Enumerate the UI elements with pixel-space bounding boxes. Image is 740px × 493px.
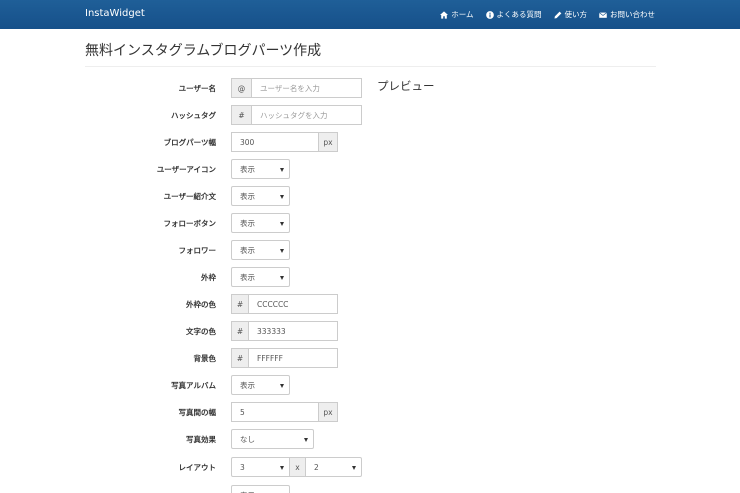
username-addon: @	[231, 78, 252, 98]
bg-color-label: 背景色	[193, 354, 217, 363]
follow-button-label: フォローボタン	[163, 219, 217, 228]
title-divider	[85, 66, 656, 67]
nav-link-home[interactable]: ホーム	[440, 9, 474, 20]
nav-link-label: よくある質問	[496, 10, 542, 19]
follow-button-select[interactable]: 表示	[231, 213, 290, 233]
follow-button-select-value: 表示	[240, 218, 255, 228]
bg-color-addon: #	[231, 348, 249, 368]
photo-effect-label: 写真効果	[186, 435, 216, 444]
nav-link-label: お問い合わせ	[610, 10, 655, 19]
user-icon-label: ユーザーアイコン	[156, 165, 216, 174]
width-label: ブログパーツ幅	[163, 138, 216, 147]
form-row-layout: レイアウト 3 x 2	[0, 457, 740, 477]
layout-rows-select-value: 2	[314, 462, 319, 472]
caret-down-icon	[304, 438, 308, 442]
border-select[interactable]: 表示	[231, 267, 290, 287]
layout-cols-select[interactable]: 3	[231, 457, 290, 477]
nav-link-faq[interactable]: よくある質問	[485, 9, 542, 20]
followers-select[interactable]: 表示	[231, 240, 290, 260]
hashtag-addon: #	[231, 105, 252, 125]
form-row-width: ブログパーツ幅 300 px	[0, 132, 740, 152]
layout-separator: x	[289, 457, 306, 477]
form-row-hashtag: ハッシュタグ # ハッシュタグを入力	[0, 105, 740, 125]
hashtag-label: ハッシュタグ	[171, 111, 216, 120]
layout-label: レイアウト	[178, 463, 217, 472]
info-icon	[485, 10, 494, 19]
width-input[interactable]: 300	[231, 132, 319, 152]
nav-link-label: 使い方	[564, 10, 588, 19]
envelope-icon	[599, 11, 607, 18]
pencil-icon	[553, 11, 561, 19]
layout-rows-select[interactable]: 2	[305, 457, 362, 477]
caret-down-icon	[280, 466, 284, 470]
form-row-photo-gap: 写真間の幅 5 px	[0, 402, 740, 422]
nav-links: ホーム よくある質問 使い方 お問い合わせ	[440, 9, 655, 20]
width-unit-addon: px	[318, 132, 338, 152]
caret-down-icon	[280, 222, 284, 226]
form-row-photo-effect: 写真効果 なし	[0, 429, 740, 449]
navbar: InstaWidget ホーム よくある質問 使い方 お問い合わせ	[0, 0, 740, 29]
text-color-label: 文字の色	[186, 327, 216, 336]
form-row-border-color: 外枠の色 # CCCCCC	[0, 294, 740, 314]
form-row-followers: フォロワー 表示	[0, 240, 740, 260]
nav-link-contact[interactable]: お問い合わせ	[599, 9, 655, 20]
caret-down-icon	[280, 168, 284, 172]
user-icon-select[interactable]: 表示	[231, 159, 290, 179]
photo-gap-unit-addon: px	[318, 402, 338, 422]
nav-link-howto[interactable]: 使い方	[553, 9, 588, 20]
form-row-user-bio: ユーザー紹介文 表示	[0, 186, 740, 206]
form-row-text-color: 文字の色 # 333333	[0, 321, 740, 341]
caret-down-icon	[280, 195, 284, 199]
form-row-border: 外枠 表示	[0, 267, 740, 287]
user-bio-select[interactable]: 表示	[231, 186, 290, 206]
user-bio-select-value: 表示	[240, 191, 255, 201]
border-color-input[interactable]: CCCCCC	[248, 294, 338, 314]
nav-link-label: ホーム	[451, 10, 474, 19]
form-row-partial: 表示	[0, 485, 740, 493]
partial-select-value: 表示	[240, 490, 255, 493]
border-color-label: 外枠の色	[186, 300, 216, 309]
photo-gap-label: 写真間の幅	[178, 408, 217, 417]
hashtag-input[interactable]: ハッシュタグを入力	[251, 105, 362, 125]
border-label: 外枠	[201, 273, 216, 282]
brand-logo[interactable]: InstaWidget	[85, 8, 145, 19]
photo-effect-select[interactable]: なし	[231, 429, 314, 449]
form-row-user-icon: ユーザーアイコン 表示	[0, 159, 740, 179]
text-color-input[interactable]: 333333	[248, 321, 338, 341]
username-label: ユーザー名	[178, 84, 216, 93]
caret-down-icon	[352, 466, 356, 470]
followers-label: フォロワー	[178, 246, 217, 255]
caret-down-icon	[280, 276, 284, 280]
bg-color-input[interactable]: FFFFFF	[248, 348, 338, 368]
border-select-value: 表示	[240, 272, 255, 282]
page-title: 無料インスタグラムブログパーツ作成	[85, 43, 322, 59]
partial-select[interactable]: 表示	[231, 485, 290, 493]
form-row-bg-color: 背景色 # FFFFFF	[0, 348, 740, 368]
username-input[interactable]: ユーザー名を入力	[251, 78, 362, 98]
user-bio-label: ユーザー紹介文	[163, 192, 216, 201]
border-color-addon: #	[231, 294, 249, 314]
photo-gap-input[interactable]: 5	[231, 402, 319, 422]
layout-cols-select-value: 3	[240, 462, 245, 472]
album-select[interactable]: 表示	[231, 375, 290, 395]
form-row-album: 写真アルバム 表示	[0, 375, 740, 395]
album-select-value: 表示	[240, 380, 255, 390]
album-label: 写真アルバム	[171, 381, 216, 390]
caret-down-icon	[280, 384, 284, 388]
followers-select-value: 表示	[240, 245, 255, 255]
form-row-username: ユーザー名 @ ユーザー名を入力	[0, 78, 740, 98]
form-row-follow-button: フォローボタン 表示	[0, 213, 740, 233]
home-icon	[440, 10, 449, 19]
photo-effect-select-value: なし	[240, 434, 255, 444]
user-icon-select-value: 表示	[240, 164, 255, 174]
text-color-addon: #	[231, 321, 249, 341]
caret-down-icon	[280, 249, 284, 253]
